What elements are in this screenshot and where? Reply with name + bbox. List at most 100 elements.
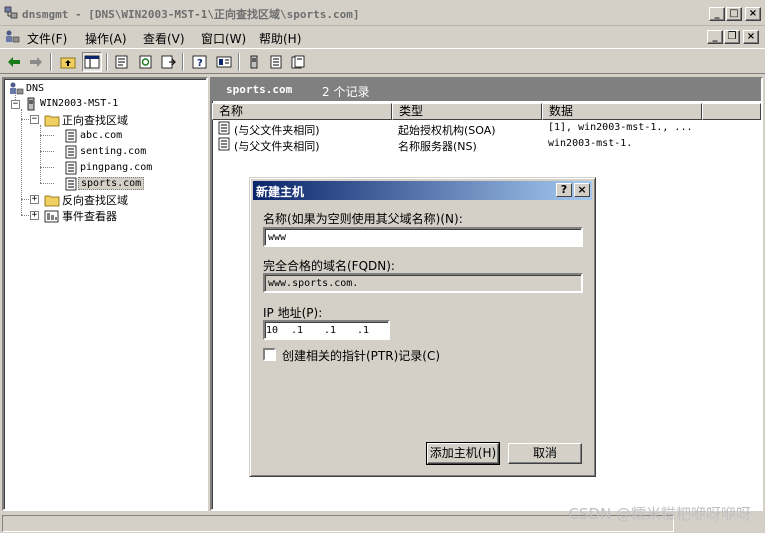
properties-button[interactable] <box>112 52 132 72</box>
tree-node-zone-abc[interactable]: abc.com <box>64 128 124 143</box>
tree-node-zone-sports[interactable]: sports.com <box>64 176 145 191</box>
mdi-close-button[interactable]: × <box>743 30 759 44</box>
expand-toggle[interactable]: + <box>30 211 39 220</box>
tree-label: 事件查看器 <box>62 209 117 223</box>
table-row[interactable]: (与父文件夹相同) 起始授权机构(SOA) [1], win2003-mst-1… <box>216 121 756 137</box>
export-list-icon <box>161 55 176 69</box>
forward-button[interactable] <box>26 52 46 72</box>
toolbar-separator <box>50 53 52 71</box>
refresh-icon <box>139 55 152 69</box>
zone-file-icon <box>65 129 77 142</box>
tree-label: 正向查找区域 <box>62 113 128 127</box>
close-button[interactable]: × <box>745 7 761 21</box>
menu-view[interactable]: 查看(V) <box>143 30 185 47</box>
new-record-button[interactable] <box>266 52 286 72</box>
console-icon[interactable] <box>4 29 20 45</box>
record-name: (与父文件夹相同) <box>234 124 320 137</box>
forward-arrow-icon <box>30 57 42 67</box>
mdi-minimize-button[interactable]: _ <box>707 30 723 44</box>
column-header-blank <box>702 103 761 120</box>
show-hide-tree-button[interactable] <box>82 52 102 72</box>
dialog-help-button[interactable]: ? <box>556 183 572 197</box>
mdi-restore-button[interactable]: ❐ <box>724 30 740 44</box>
event-viewer-icon <box>44 210 59 222</box>
maximize-button[interactable]: □ <box>726 7 742 21</box>
expand-toggle[interactable]: + <box>30 195 39 204</box>
ip-octet-1[interactable]: 10 <box>266 325 278 336</box>
ip-octet-3[interactable]: .1 <box>324 325 336 336</box>
dialog-title-bar: 新建主机 ? × <box>253 181 592 200</box>
help-button[interactable]: ? <box>190 52 210 72</box>
record-type: 名称服务器(NS) <box>398 140 477 153</box>
up-one-level-button[interactable] <box>58 52 78 72</box>
menu-action[interactable]: 操作(A) <box>85 30 127 47</box>
column-header-type[interactable]: 类型 <box>392 103 542 120</box>
record-icon <box>270 55 282 69</box>
record-name: (与父文件夹相同) <box>234 140 320 153</box>
tree-node-zone-pingpang[interactable]: pingpang.com <box>64 160 154 175</box>
tree-node-zone-senting[interactable]: senting.com <box>64 144 148 159</box>
add-host-button[interactable]: 添加主机(H) <box>426 442 500 465</box>
back-button[interactable] <box>4 52 24 72</box>
zone-file-icon <box>65 177 77 190</box>
tree-node-reverse-zones[interactable]: 反向查找区域 <box>44 192 130 207</box>
zone-title: sports.com <box>226 83 293 96</box>
zone-header: sports.com 2 个记录 <box>212 79 761 101</box>
record-icon <box>218 137 230 151</box>
new-domain-button[interactable] <box>288 52 308 72</box>
collapse-toggle[interactable]: − <box>30 115 39 124</box>
collapse-toggle[interactable]: − <box>11 100 20 109</box>
toolbar-separator <box>106 53 108 71</box>
zone-record-icon <box>291 55 305 69</box>
tree-node-forward-zones[interactable]: 正向查找区域 <box>44 112 130 127</box>
create-ptr-checkbox[interactable] <box>263 348 276 361</box>
fqdn-label: 完全合格的域名(FQDN): <box>263 259 395 273</box>
dialog-title: 新建主机 <box>256 185 305 199</box>
minimize-button[interactable]: _ <box>709 7 725 21</box>
properties-icon <box>115 55 128 69</box>
folder-open-icon <box>44 115 60 126</box>
export-list-button[interactable] <box>158 52 178 72</box>
menu-file[interactable]: 文件(F) <box>27 30 67 47</box>
column-header-name[interactable]: 名称 <box>212 103 392 120</box>
dialog-close-button[interactable]: × <box>574 183 590 197</box>
table-row[interactable]: (与父文件夹相同) 名称服务器(NS) win2003-mst-1. <box>216 137 756 153</box>
new-host-dialog: 新建主机 ? × 名称(如果为空则使用其父域名称)(N): 完全合格的域名(FQ… <box>249 177 596 477</box>
host-name-input[interactable] <box>263 227 583 247</box>
console-window-icon <box>216 56 232 68</box>
menu-bar: 文件(F) 操作(A) 查看(V) 窗口(W) 帮助(H) _ ❐ × <box>0 26 765 48</box>
tree-label: DNS <box>26 83 45 94</box>
tree-node-server[interactable]: WIN2003-MST-1 <box>24 96 120 111</box>
help-icon: ? <box>192 55 207 69</box>
toolbar-separator <box>182 53 184 71</box>
server-icon <box>250 55 258 69</box>
ip-octet-4[interactable]: .1 <box>357 325 369 336</box>
create-ptr-label: 创建相关的指针(PTR)记录(C) <box>282 349 441 363</box>
zone-file-icon <box>65 161 77 174</box>
update-server-data-button[interactable] <box>244 52 264 72</box>
tree-label: 反向查找区域 <box>62 193 128 207</box>
ip-address-input[interactable]: 10 .1 .1 .1 <box>263 320 390 340</box>
ip-address-label: IP 地址(P): <box>263 306 323 320</box>
tree-label: pingpang.com <box>80 162 153 173</box>
watermark: CSDN @糯米糍粑咿呀咿呀 <box>568 505 751 523</box>
menu-help[interactable]: 帮助(H) <box>259 30 301 47</box>
ip-octet-2[interactable]: .1 <box>291 325 303 336</box>
refresh-button[interactable] <box>136 52 156 72</box>
show-console-button[interactable] <box>214 52 234 72</box>
cancel-button[interactable]: 取消 <box>508 443 582 464</box>
column-header-data[interactable]: 数据 <box>542 103 702 120</box>
tree-node-dns[interactable]: DNS <box>8 81 46 96</box>
tree-label: abc.com <box>80 130 123 141</box>
menu-window[interactable]: 窗口(W) <box>201 30 246 47</box>
server-icon <box>27 97 35 110</box>
dns-app-icon <box>4 6 18 19</box>
console-tree-icon <box>84 55 100 69</box>
record-data: [1], win2003-mst-1., ... <box>548 122 693 133</box>
host-name-label: 名称(如果为空则使用其父域名称)(N): <box>263 212 463 226</box>
tree-label: sports.com <box>78 177 145 190</box>
tree-node-event-viewer[interactable]: 事件查看器 <box>44 208 119 223</box>
tree-label: senting.com <box>80 146 147 157</box>
title-bar: dnsmgmt - [DNS\WIN2003-MST-1\正向查找区域\spor… <box>0 0 765 26</box>
record-type: 起始授权机构(SOA) <box>398 124 496 137</box>
